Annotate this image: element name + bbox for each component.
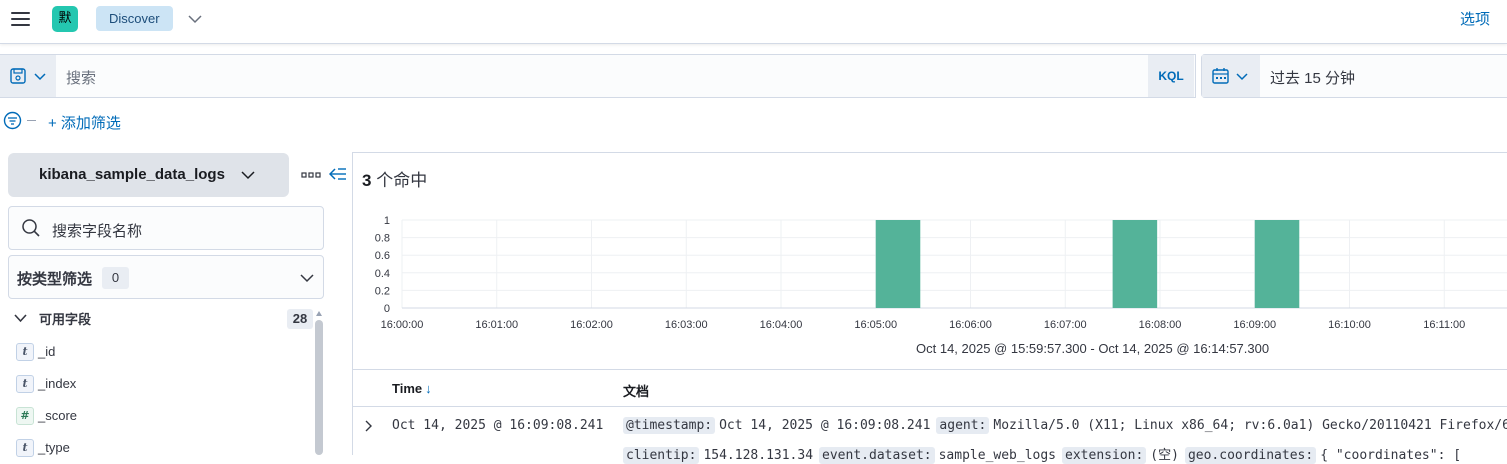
x-tick-label: 16:06:00 [949,319,992,331]
y-tick-label: 0 [384,303,390,315]
x-tick-label: 16:03:00 [665,319,708,331]
field-item[interactable]: t _index [16,375,306,395]
kql-language-button[interactable]: KQL [1148,55,1194,97]
doc-field-value: (空) [1150,448,1179,463]
y-tick-label: 0.8 [375,233,390,245]
date-picker: 过去 15 分钟 [1201,54,1507,98]
document-column-header: 文档 [623,384,650,399]
available-fields-label: 可用字段 [39,312,92,327]
chevron-down-icon [14,314,27,323]
doc-field-value: Mozilla/5.0 (X11; Linux x86_64; rv:6.0a1… [993,418,1507,433]
field-sidebar: kibana_sample_data_logs 搜索字段名称 按类型筛选 0 可… [0,152,352,457]
search-icon [22,219,40,237]
filter-icon[interactable] [3,111,22,130]
doc-field-value: sample_web_logs [938,448,1057,463]
doc-field-key: clientip: [623,447,700,464]
field-item[interactable]: t _id [16,343,306,363]
more-options-icon[interactable] [301,172,321,178]
type-filter-button[interactable]: 按类型筛选 0 [8,255,324,299]
y-tick-label: 0.2 [375,285,390,297]
x-tick-label: 16:04:00 [760,319,803,331]
y-tick-label: 0.4 [375,268,390,280]
options-link[interactable]: 选项 [1460,8,1490,29]
date-range-text[interactable]: 过去 15 分钟 [1270,67,1355,88]
doc-field-key: agent: [936,417,990,434]
field-name: _id [38,344,56,359]
x-tick-label: 16:02:00 [570,319,613,331]
string-type-icon: t [16,375,34,393]
row-timestamp: Oct 14, 2025 @ 16:09:08.241 [392,418,604,433]
hit-count: 3 个命中 [362,166,427,191]
field-name: _index [38,376,77,391]
table-row[interactable]: Oct 14, 2025 @ 16:09:08.241 @timestamp: O… [353,408,1507,464]
chevron-down-icon[interactable] [186,10,204,26]
field-item[interactable]: t _type [16,439,306,459]
chart-time-range: Oct 14, 2025 @ 15:59:57.300 - Oct 14, 20… [916,341,1270,356]
doc-field-key: extension: [1062,447,1147,464]
y-tick-label: 0.6 [375,250,390,262]
breadcrumb-discover[interactable]: Discover [96,6,173,31]
x-tick-label: 16:08:00 [1139,319,1182,331]
results-panel: 3 个命中 0 0.2 0.4 0.6 0.8 1 16:00:00 16:01:00 16:0… [352,152,1507,464]
x-tick-label: 16:05:00 [854,319,897,331]
available-fields-header[interactable]: 可用字段 28 [14,309,324,329]
save-icon [10,68,46,84]
menu-icon[interactable] [11,11,31,27]
date-quick-menu-button[interactable] [1202,55,1260,97]
doc-field-value: Oct 14, 2025 @ 16:09:08.241 [719,418,931,433]
doc-field-key: geo.coordinates: [1184,447,1317,464]
table-header: Time ↓ 文档 [353,369,1507,407]
document-line: @timestamp: Oct 14, 2025 @ 16:09:08.241 ag… [623,417,1507,434]
x-tick-label: 16:09:00 [1233,319,1276,331]
y-tick-label: 1 [384,215,390,227]
doc-field-value: { "coordinates": [ [1320,448,1462,463]
add-filter-button[interactable]: + 添加筛选 [48,112,121,133]
x-tick-label: 16:07:00 [1044,319,1087,331]
histogram-bar[interactable] [1254,220,1300,308]
doc-field-value: 154.128.131.34 [703,448,814,463]
query-bar: 搜索 KQL [0,54,1196,98]
filter-row: + 添加筛选 [0,108,400,136]
field-search-input[interactable]: 搜索字段名称 [8,206,324,250]
field-item[interactable]: # _score [16,407,306,427]
x-tick-label: 16:01:00 [475,319,518,331]
histogram-bar[interactable] [1112,220,1158,308]
time-column-header[interactable]: Time ↓ [392,381,432,396]
doc-field-key: event.dataset: [819,447,935,464]
string-type-icon: t [16,343,34,361]
saved-query-button[interactable] [0,55,56,97]
chevron-down-icon [241,171,255,180]
filter-divider [27,120,36,121]
number-type-icon: # [16,407,34,425]
histogram-chart[interactable]: 0 0.2 0.4 0.6 0.8 1 16:00:00 16:01:00 16:02:00 16… [353,208,1507,340]
field-name: _type [38,440,70,455]
calendar-icon [1212,68,1248,84]
x-tick-label: 16:00:00 [381,319,424,331]
hit-count-suffix: 个命中 [371,171,428,190]
index-pattern-label: kibana_sample_data_logs [39,166,225,183]
doc-field-key: @timestamp: [623,417,716,434]
index-pattern-selector[interactable]: kibana_sample_data_logs [8,153,289,197]
type-filter-label: 按类型筛选 [17,271,93,288]
time-column-label: Time [392,381,423,396]
string-type-icon: t [16,439,34,457]
document-line: clientip: 154.128.131.34 event.dataset: sam… [623,444,1467,464]
field-search-placeholder: 搜索字段名称 [52,223,143,240]
available-fields-count: 28 [287,309,313,329]
chevron-right-icon[interactable] [364,420,372,432]
top-header: 默 Discover 选项 [0,0,1507,44]
field-name: _score [38,408,78,423]
space-avatar[interactable]: 默 [52,6,78,32]
sort-arrow-icon[interactable]: ↓ [425,381,432,396]
histogram-bar[interactable] [875,220,921,308]
sidebar-scrollbar[interactable] [315,320,323,455]
chevron-down-icon [300,274,314,283]
x-tick-label: 16:10:00 [1328,319,1371,331]
scroll-up-arrow[interactable] [316,311,322,316]
x-tick-label: 16:11:00 [1423,319,1465,331]
search-input[interactable]: 搜索 [66,67,96,88]
type-filter-count-badge: 0 [102,267,129,289]
collapse-sidebar-icon[interactable] [329,166,347,182]
